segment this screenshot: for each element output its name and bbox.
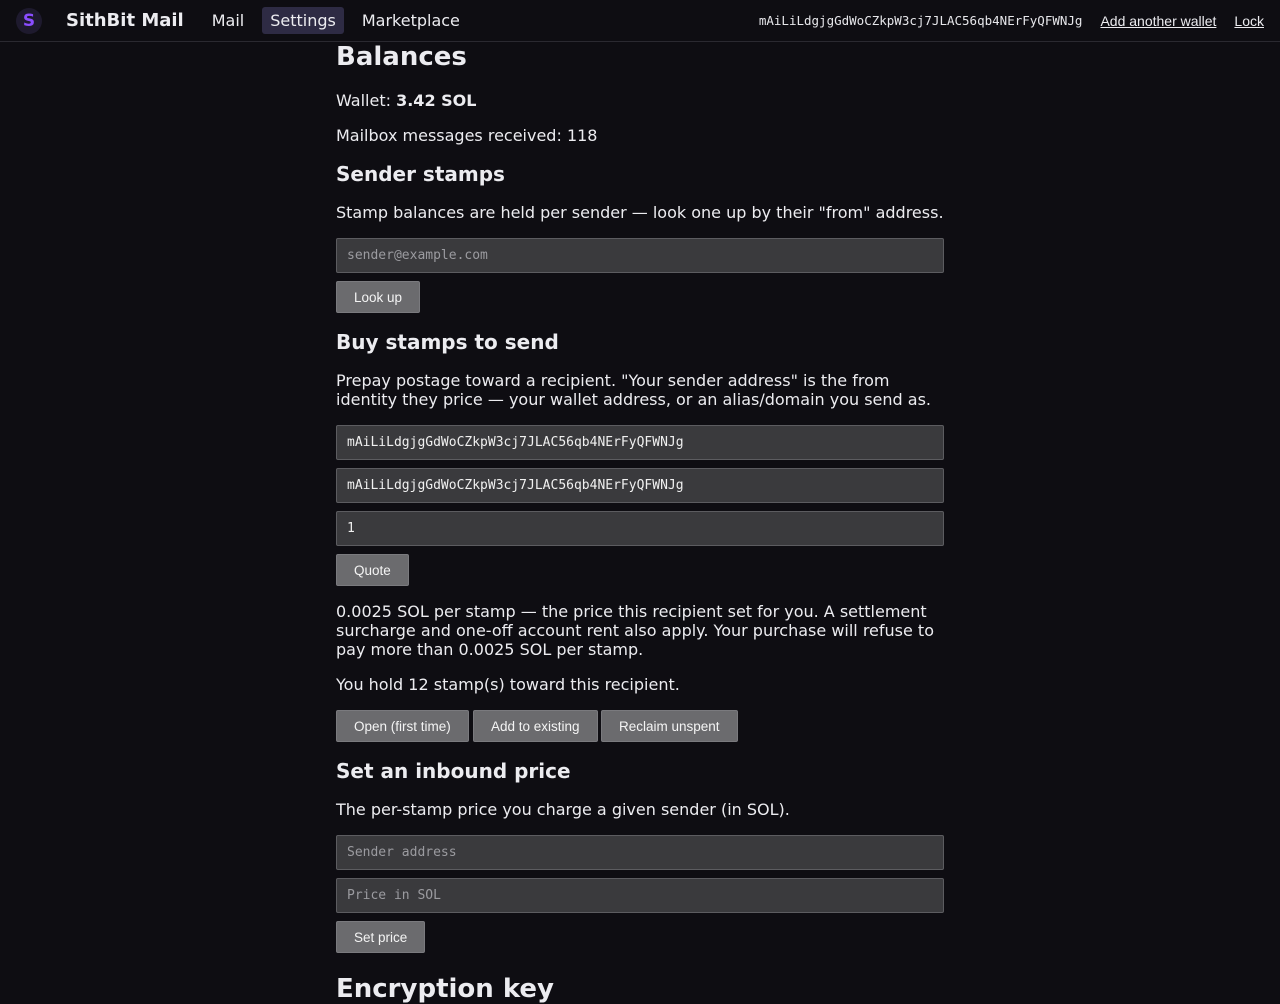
inbound-price-heading: Set an inbound price (336, 759, 571, 783)
stamp-quantity-input[interactable] (336, 511, 944, 546)
sender-lookup-input[interactable] (336, 238, 944, 273)
header-right: mAiLiLdgjgGdWoCZkpW3cj7JLAC56qb4NErFyQFW… (759, 13, 1264, 29)
inbound-price-input[interactable] (336, 878, 944, 913)
stamps-held: You hold 12 stamp(s) toward this recipie… (336, 675, 680, 694)
sender-stamps-description: Stamp balances are held per sender — loo… (336, 203, 944, 222)
app-logo[interactable]: S (16, 7, 42, 34)
top-navigation-bar: S SithBit Mail Mail Settings Marketplace… (0, 0, 1280, 42)
nav-mail[interactable]: Mail (204, 7, 253, 34)
sender-stamps-heading: Sender stamps (336, 162, 505, 186)
add-to-existing-button[interactable]: Add to existing (473, 710, 598, 742)
recipient-address-input[interactable] (336, 425, 944, 460)
inbound-sender-input[interactable] (336, 835, 944, 870)
reclaim-unspent-button[interactable]: Reclaim unspent (601, 710, 738, 742)
wallet-balance-label: Wallet: (336, 91, 397, 110)
wallet-balance-value: 3.42 SOL (396, 91, 477, 110)
brand-name[interactable]: SithBit Mail (66, 10, 184, 31)
add-wallet-link[interactable]: Add another wallet (1100, 13, 1216, 29)
quote-result: 0.0025 SOL per stamp — the price this re… (336, 602, 934, 659)
wallet-address: mAiLiLdgjgGdWoCZkpW3cj7JLAC56qb4NErFyQFW… (758, 13, 1083, 28)
open-first-time-button[interactable]: Open (first time) (336, 710, 469, 742)
nav-marketplace[interactable]: Marketplace (354, 7, 468, 34)
look-up-button[interactable]: Look up (336, 281, 421, 313)
buy-stamps-description: Prepay postage toward a recipient. "Your… (336, 371, 932, 409)
inbound-price-description: The per-stamp price you charge a given s… (336, 800, 790, 819)
balances-heading: Balances (336, 42, 467, 72)
set-price-button[interactable]: Set price (336, 921, 426, 953)
nav-settings[interactable]: Settings (262, 7, 344, 34)
buy-stamps-heading: Buy stamps to send (336, 330, 559, 354)
mailbox-count: Mailbox messages received: 118 (336, 126, 598, 145)
quote-button[interactable]: Quote (336, 554, 409, 586)
sender-address-input[interactable] (336, 468, 944, 503)
lock-link[interactable]: Lock (1234, 13, 1264, 29)
wallet-balance: Wallet: 3.42 SOL (336, 91, 476, 110)
